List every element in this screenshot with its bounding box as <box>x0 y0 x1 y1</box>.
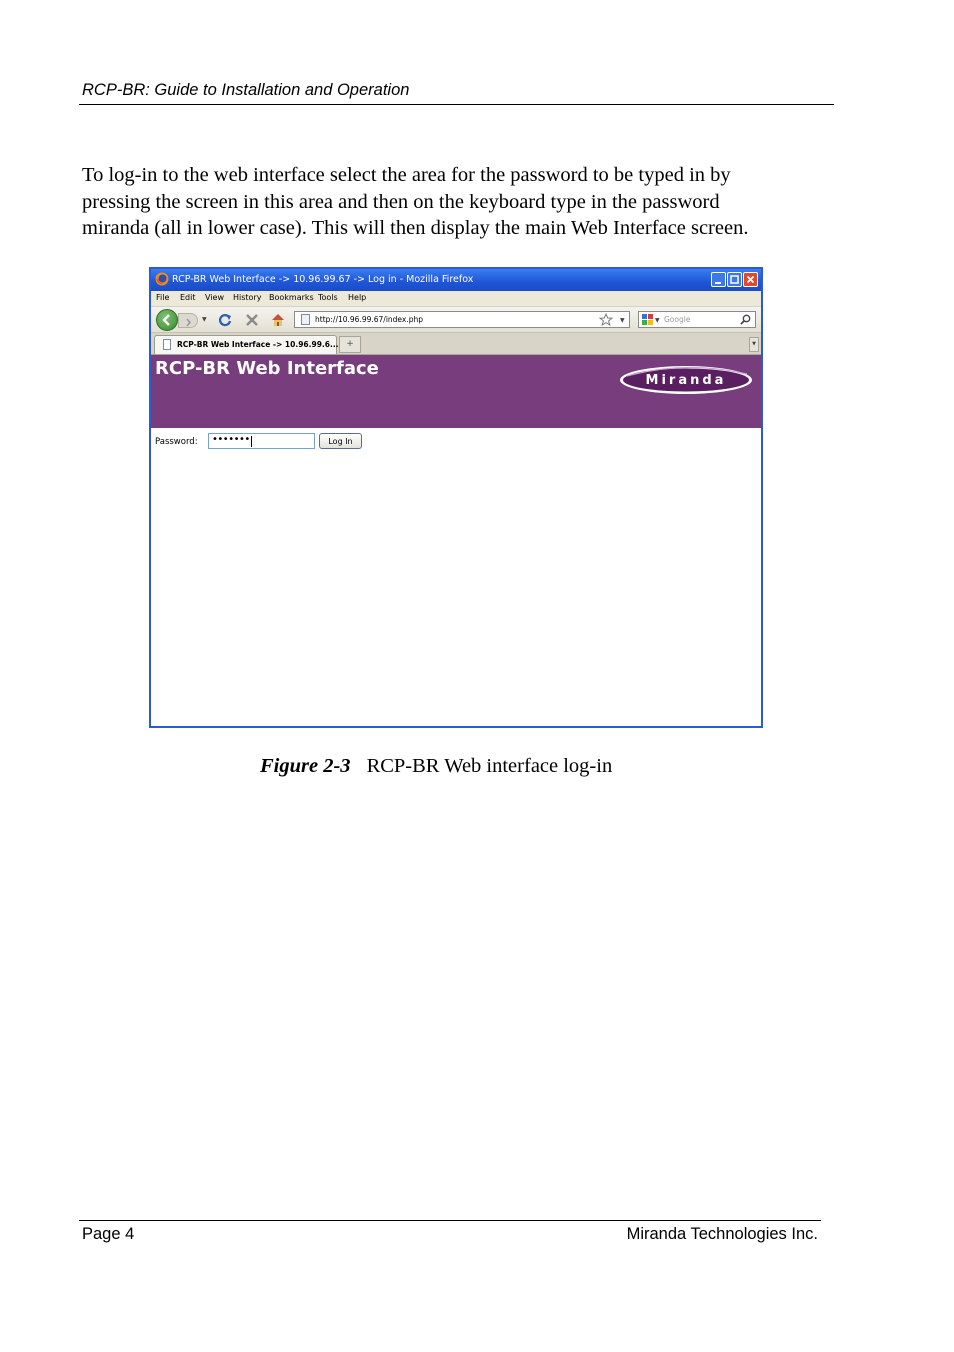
url-bar[interactable]: http://10.96.99.67/index.php ▼ <box>294 311 630 328</box>
intro-line: To log-in to the web interface select th… <box>82 164 731 186</box>
intro-paragraph: To log-in to the web interface select th… <box>82 162 842 242</box>
figure-label: Figure 2-3 <box>260 755 351 777</box>
password-value: ••••••• <box>212 434 250 445</box>
url-dropdown-icon[interactable]: ▼ <box>620 317 625 324</box>
page-number: Page 4 <box>82 1225 135 1243</box>
search-icon[interactable] <box>740 314 751 325</box>
stop-icon[interactable] <box>244 312 260 328</box>
google-icon <box>642 314 653 325</box>
history-dropdown-icon[interactable]: ▼ <box>202 316 207 323</box>
search-placeholder: Google <box>664 315 691 324</box>
intro-line: pressing the screen in this area and the… <box>82 190 720 213</box>
svg-text:Miranda: Miranda <box>646 373 727 388</box>
menu-file[interactable]: File <box>156 293 169 302</box>
login-button[interactable]: Log In <box>319 433 362 449</box>
password-input[interactable]: ••••••• <box>208 433 315 449</box>
page-icon <box>301 314 310 325</box>
reload-icon[interactable] <box>217 312 233 328</box>
back-button[interactable] <box>156 309 178 331</box>
tab-strip: RCP-BR Web Interface -> 10.96.99.6... + … <box>151 333 761 355</box>
browser-tab[interactable]: RCP-BR Web Interface -> 10.96.99.6... <box>154 335 339 354</box>
footer-company: Miranda Technologies Inc. <box>626 1225 818 1243</box>
header-rule <box>79 104 834 105</box>
window-title: RCP-BR Web Interface -> 10.96.99.67 -> L… <box>172 274 474 285</box>
figure-caption: Figure 2-3 RCP-BR Web interface log-in <box>260 755 612 778</box>
footer-rule <box>79 1220 821 1221</box>
menu-edit[interactable]: Edit <box>180 293 196 302</box>
bookmark-star-icon[interactable] <box>599 313 613 326</box>
tab-list-button[interactable]: ▼ <box>749 337 759 352</box>
url-text: http://10.96.99.67/index.php <box>315 315 424 324</box>
intro-line: miranda (all in lower case). This will t… <box>82 217 749 239</box>
maximize-button[interactable] <box>727 272 742 287</box>
menu-bookmarks[interactable]: Bookmarks <box>269 293 314 302</box>
home-icon[interactable] <box>270 312 286 328</box>
close-button[interactable] <box>743 272 758 287</box>
tab-label: RCP-BR Web Interface -> 10.96.99.6... <box>177 340 339 349</box>
menu-help[interactable]: Help <box>348 293 366 302</box>
menu-tools[interactable]: Tools <box>318 293 338 302</box>
menu-view[interactable]: View <box>205 293 224 302</box>
password-label: Password: <box>155 437 198 447</box>
firefox-icon <box>155 272 169 286</box>
search-box[interactable]: ▼ Google <box>638 311 756 328</box>
banner-title: RCP-BR Web Interface <box>155 358 379 379</box>
engine-dropdown-icon[interactable]: ▼ <box>655 317 660 324</box>
login-form: Password: ••••••• Log In <box>151 432 761 452</box>
navigation-toolbar: ▼ http://10.96.99.67/index.php ▼ ▼ Googl… <box>151 307 761 333</box>
menu-history[interactable]: History <box>233 293 261 302</box>
minimize-button[interactable] <box>711 272 726 287</box>
new-tab-button[interactable]: + <box>339 336 361 353</box>
menu-bar: File Edit View History Bookmarks Tools H… <box>151 291 761 307</box>
forward-icon <box>186 318 192 327</box>
forward-button[interactable] <box>178 313 198 328</box>
figure-title: RCP-BR Web interface log-in <box>366 755 613 777</box>
back-icon <box>162 314 170 326</box>
text-caret <box>251 436 252 447</box>
window-titlebar: RCP-BR Web Interface -> 10.96.99.67 -> L… <box>151 269 761 291</box>
page-banner: RCP-BR Web Interface Miranda <box>151 355 761 428</box>
running-header: RCP-BR: Guide to Installation and Operat… <box>82 81 410 99</box>
miranda-logo: Miranda <box>620 366 752 394</box>
tab-page-icon <box>163 339 171 350</box>
browser-screenshot: RCP-BR Web Interface -> 10.96.99.67 -> L… <box>149 267 763 728</box>
